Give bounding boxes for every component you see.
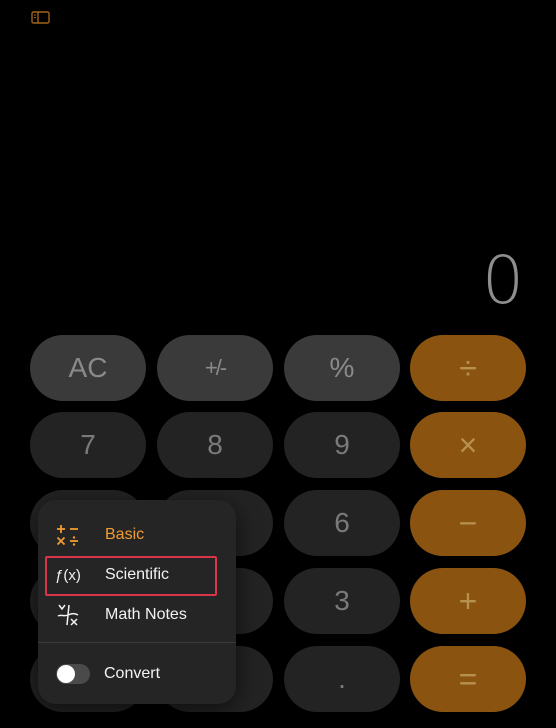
digit-3-button[interactable]: 3 [284, 568, 400, 634]
menu-item-math-notes-label: Math Notes [105, 606, 187, 623]
menu-item-basic-label: Basic [105, 526, 145, 543]
plus-button[interactable]: + [410, 568, 526, 634]
divide-button[interactable]: ÷ [410, 335, 526, 401]
digit-7-button[interactable]: 7 [30, 412, 146, 478]
basic-operators-icon [46, 523, 90, 547]
decimal-button[interactable]: . [284, 646, 400, 712]
ac-button[interactable]: AC [30, 335, 146, 401]
minus-button[interactable]: − [410, 490, 526, 556]
digit-8-button[interactable]: 8 [157, 412, 273, 478]
sign-toggle-button[interactable]: +/- [157, 335, 273, 401]
multiply-button[interactable]: × [410, 412, 526, 478]
menu-item-convert[interactable]: Convert [46, 655, 216, 693]
selection-highlight [45, 556, 217, 596]
menu-item-math-notes[interactable]: Math Notes [46, 596, 216, 634]
menu-divider [38, 642, 236, 643]
equals-button[interactable]: = [410, 646, 526, 712]
menu-item-convert-label: Convert [104, 665, 161, 682]
calculator-mode-menu: Basic ƒ(x) Scientific Math Notes Convert [38, 500, 236, 704]
percent-button[interactable]: % [284, 335, 400, 401]
menu-item-basic[interactable]: Basic [46, 516, 216, 554]
digit-6-button[interactable]: 6 [284, 490, 400, 556]
math-notes-icon [46, 603, 90, 627]
convert-toggle[interactable] [56, 664, 90, 684]
toggle-knob [57, 665, 75, 683]
digit-9-button[interactable]: 9 [284, 412, 400, 478]
